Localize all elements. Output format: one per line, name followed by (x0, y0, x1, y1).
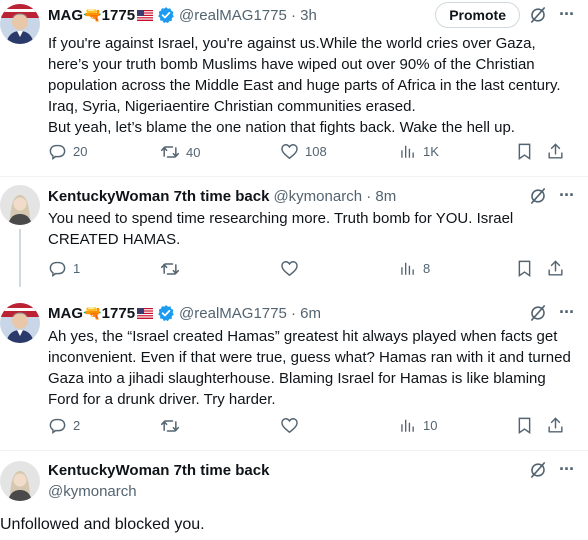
like-count: 108 (305, 144, 327, 159)
more-icon[interactable]: ··· (559, 4, 575, 25)
bookmark-button[interactable] (515, 416, 534, 440)
bookmark-icon (515, 142, 534, 161)
us-flag-icon (137, 308, 153, 319)
action-bar: 1 8 (48, 259, 578, 283)
display-name[interactable]: MAG🔫1775 (48, 6, 135, 24)
post-header: KentuckyWoman 7th time back @kymonarch ·… (48, 185, 588, 207)
reply-button[interactable]: 1 (48, 259, 80, 278)
display-name[interactable]: KentuckyWoman 7th time back (48, 462, 269, 479)
reply-button[interactable]: 2 (48, 416, 80, 435)
views-count: 8 (423, 260, 431, 276)
views-count: 1K (423, 143, 439, 159)
share-button[interactable] (546, 416, 565, 440)
heart-icon (280, 416, 299, 435)
avatar[interactable] (0, 303, 40, 343)
action-bar: 2 10 (48, 416, 578, 440)
views-button[interactable]: 1K (399, 142, 439, 160)
like-button[interactable] (280, 416, 305, 435)
reply-count: 20 (73, 144, 88, 159)
timestamp[interactable]: · 6m (287, 305, 321, 322)
verified-badge-icon (157, 304, 175, 322)
bookmark-icon (515, 259, 534, 278)
repost-button[interactable]: 40 (160, 142, 200, 162)
display-name[interactable]: KentuckyWoman 7th time back (48, 188, 269, 205)
reply-icon (48, 416, 67, 435)
reply-icon (48, 259, 67, 278)
like-button[interactable] (280, 259, 305, 278)
divider (0, 176, 588, 177)
timestamp[interactable]: · 3h (287, 7, 317, 24)
views-count: 10 (423, 417, 438, 433)
more-icon[interactable]: ··· (559, 185, 575, 206)
bookmark-button[interactable] (515, 259, 534, 283)
grok-icon[interactable] (528, 303, 548, 327)
post-text: Ah yes, the “Israel created Hamas” great… (48, 328, 571, 408)
like-button[interactable]: 108 (280, 142, 327, 161)
post-header: MAG🔫1775 @realMAG1775 · 3h Promote ··· (48, 2, 588, 29)
share-icon (546, 416, 565, 435)
repost-button[interactable] (160, 416, 186, 436)
share-icon (546, 142, 565, 161)
reply-button[interactable]: 20 (48, 142, 87, 161)
time-text[interactable]: · 3h (291, 7, 317, 24)
share-button[interactable] (546, 142, 565, 166)
thread-line (19, 229, 21, 287)
share-icon (546, 259, 565, 278)
avatar[interactable] (0, 4, 40, 44)
verified-badge-icon (157, 6, 175, 24)
reply-count: 1 (73, 261, 81, 276)
share-button[interactable] (546, 259, 565, 283)
post-text: You need to spend time researching more.… (48, 210, 514, 248)
post-header: KentuckyWoman 7th time back ··· (48, 459, 588, 481)
reply-count: 2 (73, 418, 81, 433)
avatar[interactable] (0, 461, 40, 501)
grok-icon[interactable] (528, 5, 548, 29)
views-icon (399, 416, 417, 434)
views-button[interactable]: 10 (399, 416, 437, 434)
repost-count: 40 (186, 144, 201, 160)
reply-icon (48, 142, 67, 161)
post-text: If you're against Israel, you're against… (48, 35, 561, 136)
action-bar: 20 40 108 1K (48, 142, 578, 166)
reply-text: Unfollowed and blocked you. (0, 516, 205, 533)
handle[interactable]: @realMAG1775 (179, 7, 287, 24)
views-icon (399, 259, 417, 277)
repost-button[interactable] (160, 259, 186, 279)
heart-icon (280, 142, 299, 161)
handle[interactable]: @kymonarch (273, 188, 362, 205)
bookmark-button[interactable] (515, 142, 534, 166)
avatar[interactable] (0, 185, 40, 225)
timestamp[interactable]: · 8m (362, 188, 396, 205)
grok-icon[interactable] (528, 186, 548, 210)
handle-row: @kymonarch (48, 480, 588, 502)
views-button[interactable]: 8 (399, 259, 430, 277)
repost-icon (160, 259, 180, 279)
time-text[interactable]: · 6m (291, 305, 321, 322)
repost-icon (160, 142, 180, 162)
handle[interactable]: @kymonarch (48, 483, 137, 500)
time-text[interactable]: · 8m (366, 188, 396, 205)
heart-icon (280, 259, 299, 278)
views-icon (399, 142, 417, 160)
divider (0, 450, 588, 451)
more-icon[interactable]: ··· (559, 459, 575, 480)
post-header: MAG🔫1775 @realMAG1775 · 6m ··· (48, 302, 588, 324)
us-flag-icon (137, 10, 153, 21)
repost-icon (160, 416, 180, 436)
bookmark-icon (515, 416, 534, 435)
promote-button[interactable]: Promote (435, 2, 520, 28)
more-icon[interactable]: ··· (559, 302, 575, 323)
display-name[interactable]: MAG🔫1775 (48, 304, 135, 322)
handle[interactable]: @realMAG1775 (179, 305, 287, 322)
